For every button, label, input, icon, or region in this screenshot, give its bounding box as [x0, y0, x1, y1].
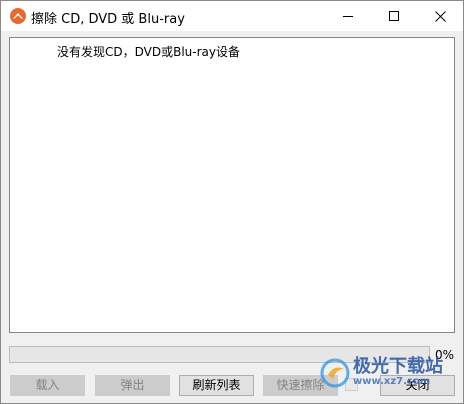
close-icon [435, 11, 446, 22]
minimize-icon [343, 16, 353, 17]
eject-button[interactable]: 弹出 [95, 375, 170, 396]
load-button[interactable]: 载入 [10, 375, 85, 396]
close-button[interactable]: 关闭 [380, 375, 455, 396]
maximize-button[interactable] [371, 1, 417, 31]
option-checkbox[interactable] [345, 378, 358, 391]
close-window-button[interactable] [417, 1, 463, 31]
maximize-icon [389, 11, 399, 21]
window-title: 擦除 CD, DVD 或 Blu-ray [31, 12, 185, 27]
no-device-message: 没有发现CD，DVD或Blu-ray设备 [57, 45, 240, 59]
progress-percent: 0% [435, 348, 455, 362]
device-list[interactable]: 没有发现CD，DVD或Blu-ray设备 [9, 37, 455, 333]
eraser-app-icon [10, 8, 26, 24]
erase-progress-bar [9, 346, 430, 363]
erase-disc-window: 擦除 CD, DVD 或 Blu-ray 没有发现CD，DVD或Blu-ray设… [0, 0, 464, 404]
title-bar[interactable]: 擦除 CD, DVD 或 Blu-ray [1, 1, 463, 31]
minimize-button[interactable] [325, 1, 371, 31]
refresh-list-button[interactable]: 刷新列表 [179, 375, 254, 396]
quick-erase-button[interactable]: 快速擦除 [263, 375, 338, 396]
